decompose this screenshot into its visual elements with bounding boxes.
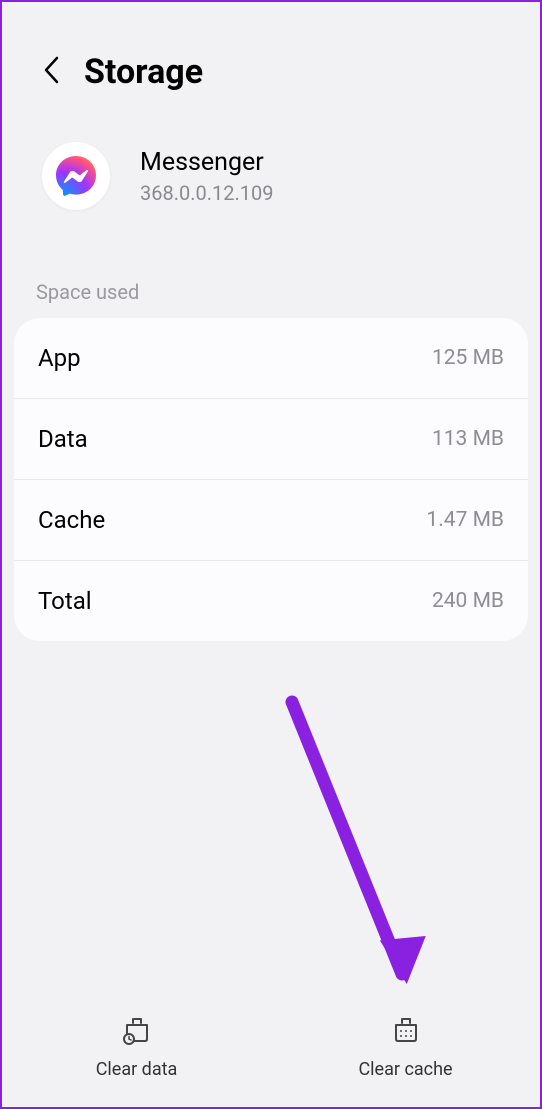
back-icon[interactable]: [42, 55, 60, 89]
row-value: 1.47 MB: [426, 508, 504, 532]
clear-data-label: Clear data: [96, 1059, 178, 1080]
annotation-arrow: [262, 692, 442, 1012]
row-label: Total: [38, 587, 92, 615]
page-title: Storage: [84, 52, 203, 92]
clear-cache-button[interactable]: Clear cache: [271, 987, 540, 1107]
storage-row-cache: Cache 1.47 MB: [14, 480, 528, 561]
row-value: 113 MB: [432, 427, 504, 451]
section-label: Space used: [2, 230, 540, 318]
storage-row-data: Data 113 MB: [14, 399, 528, 480]
app-name: Messenger: [140, 148, 274, 177]
app-details: Messenger 368.0.0.12.109: [140, 148, 274, 205]
row-value: 240 MB: [432, 589, 504, 613]
storage-row-app: App 125 MB: [14, 318, 528, 399]
bottom-bar: Clear data Clear cache: [2, 987, 540, 1107]
clear-cache-icon: [390, 1015, 422, 1051]
row-label: App: [38, 344, 81, 372]
messenger-icon: [42, 142, 110, 210]
clear-data-icon: [121, 1015, 153, 1051]
clear-data-button[interactable]: Clear data: [2, 987, 271, 1107]
row-label: Data: [38, 425, 88, 453]
app-info: Messenger 368.0.0.12.109: [2, 112, 540, 230]
clear-cache-label: Clear cache: [358, 1059, 452, 1080]
storage-row-total: Total 240 MB: [14, 561, 528, 641]
header: Storage: [2, 2, 540, 112]
app-version: 368.0.0.12.109: [140, 181, 274, 205]
storage-card: App 125 MB Data 113 MB Cache 1.47 MB Tot…: [14, 318, 528, 641]
row-value: 125 MB: [432, 346, 504, 370]
row-label: Cache: [38, 506, 105, 534]
